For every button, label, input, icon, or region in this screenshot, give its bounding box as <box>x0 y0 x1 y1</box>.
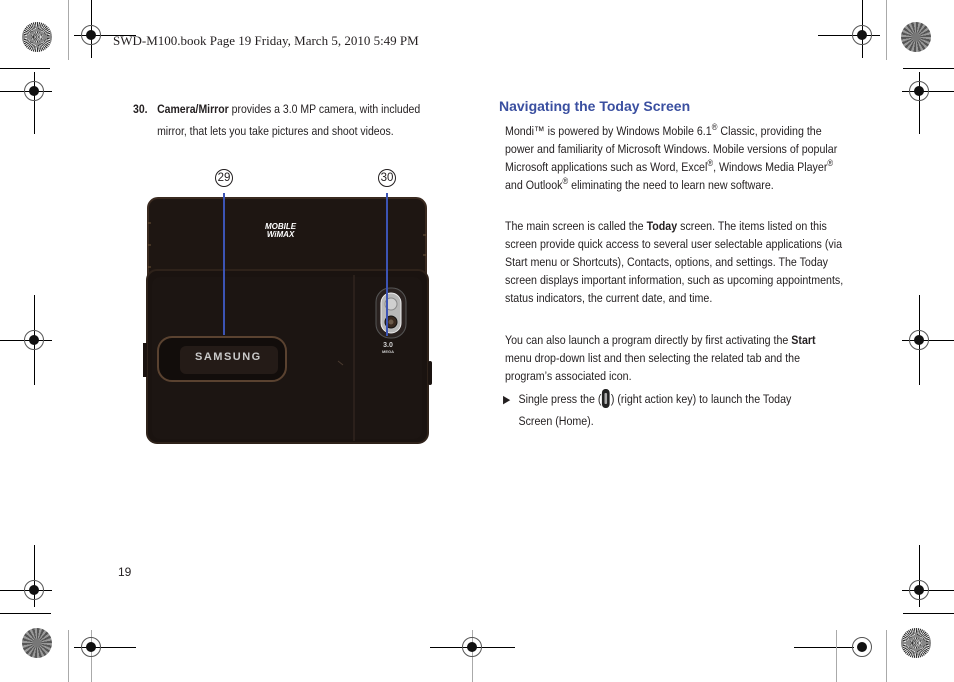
registration-rosette-icon <box>901 22 931 52</box>
crop-line <box>68 630 69 682</box>
item-term: Camera/Mirror <box>157 102 229 116</box>
print-slug: SWD-M100.book Page 19 Friday, March 5, 2… <box>113 33 419 48</box>
crop-line <box>903 613 954 614</box>
callout-29: 29 <box>215 169 233 187</box>
registered-mark: ® <box>827 157 834 168</box>
registration-rosette-icon <box>901 628 931 658</box>
text: The main screen is called the <box>505 219 647 233</box>
item-text-continued: mirror, that lets you take pictures and … <box>157 124 394 138</box>
mobile-wimax-logo: MOBILE WiMAX <box>265 223 296 239</box>
text: menu drop-down list and then selecting t… <box>505 351 801 383</box>
bold-term: Start <box>791 333 816 347</box>
item-text: provides a 3.0 MP camera, with included <box>228 102 421 116</box>
text: eliminating the need to learn new softwa… <box>568 178 774 192</box>
registration-mark-icon <box>852 25 872 45</box>
samsung-brand-text: SAMSUNG <box>195 351 262 363</box>
logo-line-2: WiMAX <box>266 230 295 239</box>
bold-term: Today <box>646 219 678 233</box>
bullet-step: ▶ Single press the ( ) (right action key) … <box>503 389 843 432</box>
text: ) (right action key) to launch the Today <box>610 392 792 406</box>
registration-mark-icon <box>909 330 929 350</box>
text: and Outlook <box>505 178 563 192</box>
item-number: 30. <box>133 102 148 116</box>
registration-mark-icon <box>81 637 101 657</box>
feature-item-30: 30. Camera/Mirror provides a 3.0 MP camer… <box>133 98 460 142</box>
crop-line <box>903 68 954 69</box>
callout-30: 30 <box>378 169 396 187</box>
crop-line <box>794 647 854 648</box>
text: , Windows Media Player <box>713 160 828 174</box>
callout-line-29 <box>223 193 225 335</box>
bullet-arrow-icon: ▶ <box>503 394 511 406</box>
registration-mark-icon <box>462 637 482 657</box>
camera-mp-label: 3.0 MEGA <box>382 342 394 355</box>
text: Mondi™ is powered by Windows Mobile 6.1 <box>505 124 712 138</box>
phone-illustration <box>143 197 432 444</box>
registration-mark-icon <box>24 580 44 600</box>
registration-mark-icon <box>24 330 44 350</box>
crop-line <box>886 630 887 682</box>
paragraph-today-screen: The main screen is called the Today scre… <box>505 217 845 307</box>
camera-mp-unit: MEGA <box>382 349 394 354</box>
page-number: 19 <box>118 565 132 579</box>
registration-mark-icon <box>909 81 929 101</box>
text: You can also launch a program directly b… <box>505 333 792 347</box>
registration-mark-icon <box>909 580 929 600</box>
text: Screen (Home). <box>518 414 594 428</box>
paragraph-intro: Mondi™ is powered by Windows Mobile 6.1 ®… <box>505 122 845 194</box>
section-title: Navigating the Today Screen <box>499 98 691 114</box>
crop-line <box>0 613 51 614</box>
registration-mark-icon <box>852 637 872 657</box>
registration-rosette-icon <box>22 628 52 658</box>
registration-mark-icon <box>24 81 44 101</box>
registration-rosette-icon <box>22 22 52 52</box>
crop-line <box>886 0 887 60</box>
text: Single press the ( <box>518 392 602 406</box>
paragraph-start-menu: You can also launch a program directly b… <box>505 331 845 385</box>
callout-line-30 <box>386 193 388 336</box>
crop-line <box>68 0 69 60</box>
crop-line <box>836 630 837 682</box>
phone-back-figure: MOBILE WiMAX SAMSUNG 3.0 MEGA <box>140 165 435 450</box>
right-action-key-icon <box>602 389 611 408</box>
registration-mark-icon <box>81 25 101 45</box>
crop-line <box>0 68 50 69</box>
